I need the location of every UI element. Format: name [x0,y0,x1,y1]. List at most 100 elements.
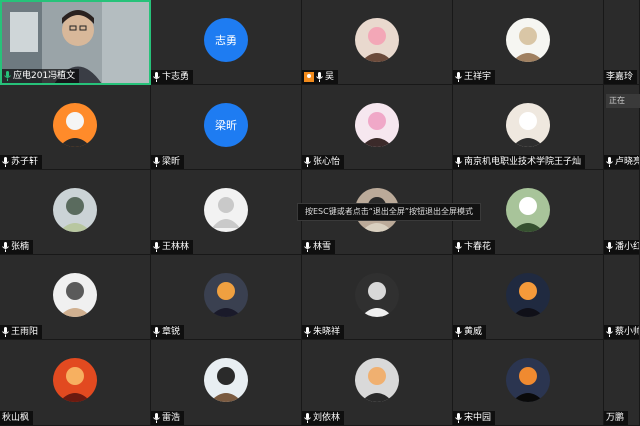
participant-namebar: 李嘉玲 [604,70,638,84]
mic-muted-icon [153,413,160,423]
mic-muted-icon [153,157,160,167]
participant-tile[interactable]: 王雨阳 [0,255,151,340]
participant-name: 吴 [325,72,335,82]
participant-namebar: 雷浩 [151,411,185,425]
participant-tile[interactable]: 张心怡 [302,85,453,170]
participant-name: 宋中园 [464,413,492,423]
avatar-initials: 志勇 [204,18,248,62]
participant-tile[interactable]: 张楠 [0,170,151,255]
side-status-badge: 正在 [606,94,640,108]
participant-name: 雷浩 [162,413,181,423]
participant-tile[interactable]: 吴 [302,0,453,85]
mic-muted-icon [153,327,160,337]
participant-name: 章锐 [162,327,181,337]
mic-muted-icon [455,413,462,423]
participant-name: 刘依林 [313,413,341,423]
participant-namebar: 梁昕 [151,155,185,169]
mic-muted-icon [2,157,9,167]
avatar [53,273,97,317]
mic-muted-icon [606,157,613,167]
avatar-initials: 梁昕 [204,103,248,147]
participant-namebar: 林雪 [302,240,336,254]
participant-name: 王祥宇 [464,72,492,82]
participant-namebar: 王雨阳 [0,325,43,339]
participant-tile[interactable]: 王林林 [151,170,302,255]
participant-name: 万鹏 [606,413,625,423]
participant-tile[interactable]: 志勇卞志勇 [151,0,302,85]
participant-namebar: 宋中园 [453,411,496,425]
mic-muted-icon [153,72,160,82]
participant-namebar: 潘小红 [604,240,639,254]
participant-name: 王雨阳 [11,327,39,337]
participant-name: 梁昕 [162,157,181,167]
mic-muted-icon [455,157,462,167]
participant-namebar: 卞志勇 [151,70,194,84]
mic-muted-icon [304,157,311,167]
participant-name: 秋山枫 [2,413,30,423]
participant-name: 王林林 [162,242,190,252]
participant-namebar: 王祥宇 [453,70,496,84]
participant-tile[interactable]: 黄威 [453,255,604,340]
participant-tile[interactable]: 南京机电职业技术学院王子灿 [453,85,604,170]
participant-name: 蔡小帅 [615,327,640,337]
participant-tile[interactable]: 宋中园 [453,340,604,426]
participant-name: 朱晓祥 [313,327,341,337]
participant-tile[interactable]: 梁昕 梁昕 [151,85,302,170]
participant-namebar: 卞春花 [453,240,496,254]
participant-namebar: 王林林 [151,240,194,254]
avatar [53,358,97,402]
participant-namebar: 张楠 [0,240,34,254]
participant-tile[interactable]: 秋山枫 [0,340,151,426]
participant-name: 潘小红 [615,242,640,252]
participant-tile[interactable]: 蔡小帅 [604,255,640,340]
participant-namebar: 章锐 [151,325,185,339]
participant-name: 黄威 [464,327,483,337]
avatar [506,18,550,62]
participant-tile[interactable]: 雷浩 [151,340,302,426]
avatar [506,103,550,147]
participant-tile[interactable]: 应电201冯植文 [0,0,151,85]
mic-muted-icon [316,72,323,82]
participant-namebar: 苏子轩 [0,155,43,169]
avatar [355,18,399,62]
participant-tile[interactable]: 刘依林 [302,340,453,426]
mic-muted-icon [304,242,311,252]
participant-namebar: 秋山枫 [0,411,34,425]
participant-tile[interactable]: 万鹏 [604,340,640,426]
mic-muted-icon [455,72,462,82]
participant-name: 卞春花 [464,242,492,252]
participant-namebar: 刘依林 [302,411,345,425]
participant-name: 张楠 [11,242,30,252]
participant-namebar: 应电201冯植文 [2,69,80,83]
participant-namebar: 吴 [302,70,339,84]
avatar [53,188,97,232]
participant-tile[interactable]: 章锐 [151,255,302,340]
participant-name: 南京机电职业技术学院王子灿 [464,157,582,167]
participant-tile[interactable]: 王祥宇 [453,0,604,85]
avatar [506,188,550,232]
mic-muted-icon [2,242,9,252]
participant-namebar: 蔡小帅 [604,325,639,339]
mic-muted-icon [455,242,462,252]
avatar [355,358,399,402]
mic-muted-icon [2,327,9,337]
avatar [506,358,550,402]
participant-name: 张心怡 [313,157,341,167]
host-icon [304,72,314,82]
participant-tile[interactable]: 潘小红 [604,170,640,255]
mic-muted-icon [606,327,613,337]
fullscreen-exit-tooltip: 按ESC键或者点击“退出全屏”按钮退出全屏模式 [297,203,482,221]
participant-name: 李嘉玲 [606,72,634,82]
participant-tile[interactable]: 李嘉玲 [604,0,640,85]
participant-name: 卢晓亮 [615,157,640,167]
participant-namebar: 卢晓亮 [604,155,639,169]
participant-tile[interactable]: 苏子轩 [0,85,151,170]
avatar [506,273,550,317]
participant-name: 应电201冯植文 [13,71,76,81]
participant-namebar: 朱晓祥 [302,325,345,339]
mic-muted-icon [304,327,311,337]
participant-tile[interactable]: 朱晓祥 [302,255,453,340]
participant-name: 林雪 [313,242,332,252]
participant-name: 卞志勇 [162,72,190,82]
avatar [355,103,399,147]
